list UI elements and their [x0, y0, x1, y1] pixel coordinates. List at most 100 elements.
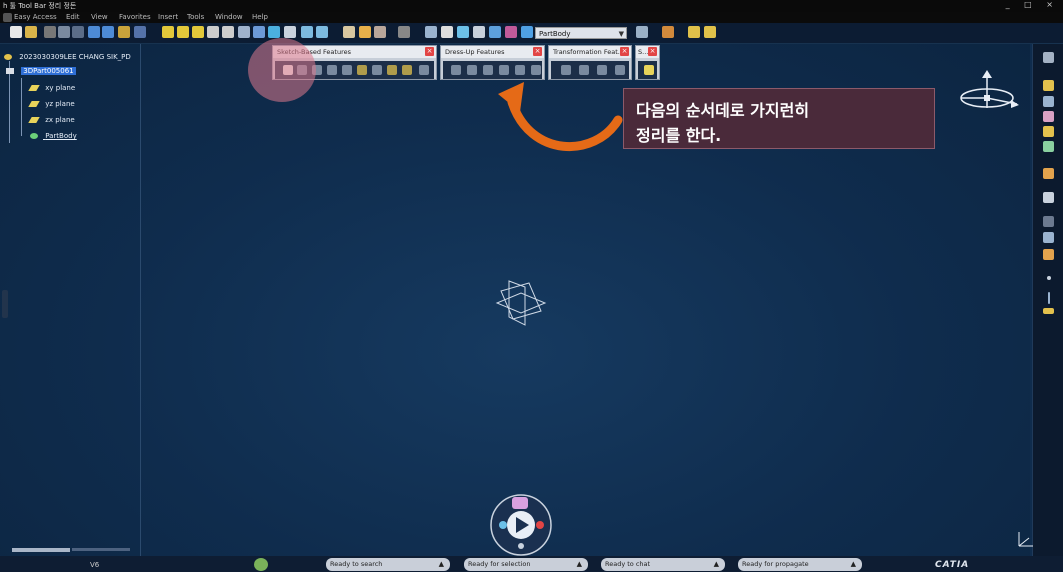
render-style-icon[interactable] [284, 26, 296, 38]
tree-item-yz-plane[interactable]: yz plane [28, 99, 75, 109]
toolbar-dress-up-features[interactable]: Dress-Up Features × [440, 45, 545, 80]
mirror-icon[interactable] [579, 65, 589, 75]
reference-icon[interactable] [1043, 96, 1054, 107]
sketch-icon[interactable] [1043, 80, 1054, 91]
axis-icon[interactable] [457, 26, 469, 38]
camera-icon[interactable] [398, 26, 410, 38]
menu-help[interactable]: Help [252, 13, 268, 21]
window-controls[interactable]: _ □ × [1006, 0, 1059, 9]
loft-icon[interactable] [402, 65, 412, 75]
measure-icon[interactable] [359, 26, 371, 38]
close-icon[interactable]: × [620, 47, 629, 56]
fly-mode-icon[interactable] [162, 26, 174, 38]
toolbar-header[interactable]: Transformation Feat... × [549, 46, 631, 58]
menu-tools[interactable]: Tools [187, 13, 204, 21]
close-icon[interactable]: × [425, 47, 434, 56]
thickness-icon[interactable] [515, 65, 525, 75]
tree-item-partbody[interactable]: PartBody [30, 131, 77, 141]
knowledge-icon[interactable] [688, 26, 700, 38]
plane-icon[interactable] [1043, 141, 1054, 152]
stiffener-icon[interactable] [387, 65, 397, 75]
tree-icon[interactable] [473, 26, 485, 38]
snapshot-icon[interactable] [636, 26, 648, 38]
close-icon[interactable]: × [533, 47, 542, 56]
slot-icon[interactable] [372, 65, 382, 75]
formula-icon[interactable] [704, 26, 716, 38]
apply-icon[interactable] [1043, 249, 1054, 260]
robot-top-icon[interactable] [512, 497, 528, 509]
plane-tool-icon[interactable] [1043, 308, 1054, 314]
rotate-icon[interactable] [192, 26, 204, 38]
tree-item-xy-plane[interactable]: xy plane [28, 83, 75, 93]
menu-favorites[interactable]: Favorites [119, 13, 151, 21]
scrollbar-track[interactable] [72, 548, 130, 551]
compass-icon[interactable] [441, 26, 453, 38]
edge-fillet-icon[interactable] [451, 65, 461, 75]
paste-icon[interactable] [72, 26, 84, 38]
swap-space-icon[interactable] [316, 26, 328, 38]
analysis-icon[interactable] [1043, 216, 1054, 227]
toolbar-transformation-features[interactable]: Transformation Feat... × [548, 45, 632, 80]
insert-body-icon[interactable] [505, 26, 517, 38]
scaling-icon[interactable] [615, 65, 625, 75]
status-search[interactable]: Ready to search ▲ [326, 558, 450, 571]
menu-view[interactable]: View [91, 13, 108, 21]
thread-icon[interactable] [531, 65, 541, 75]
line-icon[interactable] [1043, 126, 1054, 137]
zoom-in-icon[interactable] [207, 26, 219, 38]
draft-icon[interactable] [483, 65, 493, 75]
taskbar-v6-label[interactable]: V6 [90, 561, 99, 569]
groove-icon[interactable] [327, 65, 337, 75]
whats-this-icon[interactable] [118, 26, 130, 38]
open-file-icon[interactable] [25, 26, 37, 38]
multi-view-icon[interactable] [253, 26, 265, 38]
zoom-out-icon[interactable] [222, 26, 234, 38]
pattern-icon[interactable] [597, 65, 607, 75]
sketcher-icon[interactable] [425, 26, 437, 38]
normal-view-icon[interactable] [238, 26, 250, 38]
tree-root[interactable]: 2023030309LEE CHANG SIK_PD [4, 52, 131, 62]
menu-easy-access[interactable]: Easy Access [14, 13, 57, 21]
remove-loft-icon[interactable] [419, 65, 429, 75]
panel-toggle[interactable] [2, 290, 8, 318]
boolean-icon[interactable] [1043, 232, 1054, 243]
point-icon[interactable] [1043, 111, 1054, 122]
toolbar-header[interactable]: Dress-Up Features × [441, 46, 544, 58]
status-propagate[interactable]: Ready for propagate ▲ [738, 558, 862, 571]
hand-icon[interactable] [374, 26, 386, 38]
toolbar-surface-based[interactable]: S... × [635, 45, 660, 80]
close-icon[interactable]: × [648, 47, 657, 56]
tree-part[interactable]: 3DPart005061 [6, 66, 76, 76]
app-icon[interactable] [3, 13, 12, 22]
constraint-icon[interactable] [1043, 168, 1054, 179]
dot-icon[interactable] [1047, 276, 1051, 280]
toolbar-header[interactable]: S... × [636, 46, 659, 58]
part-body-icon[interactable] [489, 26, 501, 38]
tree-item-zx-plane[interactable]: zx plane [28, 115, 75, 125]
part-design-icon[interactable] [343, 26, 355, 38]
compass-status-icon[interactable] [254, 558, 268, 571]
undo-icon[interactable] [88, 26, 100, 38]
copy-icon[interactable] [58, 26, 70, 38]
redo-icon[interactable] [102, 26, 114, 38]
help-icon[interactable] [134, 26, 146, 38]
menu-edit[interactable]: Edit [66, 13, 80, 21]
hide-show-icon[interactable] [301, 26, 313, 38]
hole-icon[interactable] [342, 65, 352, 75]
pan-icon[interactable] [177, 26, 189, 38]
gear-icon[interactable] [1043, 52, 1054, 63]
define-work-object-icon[interactable] [521, 26, 533, 38]
body-selector[interactable]: PartBody ▼ [535, 27, 627, 39]
measure-icon[interactable] [1043, 192, 1054, 203]
status-selection[interactable]: Ready for selection ▲ [464, 558, 588, 571]
cut-icon[interactable] [44, 26, 56, 38]
line-tool-icon[interactable] [1048, 292, 1050, 304]
status-chat[interactable]: Ready to chat ▲ [601, 558, 725, 571]
split-icon[interactable] [644, 65, 654, 75]
new-file-icon[interactable] [10, 26, 22, 38]
rib-icon[interactable] [357, 65, 367, 75]
iso-view-icon[interactable] [268, 26, 280, 38]
apply-material-icon[interactable] [662, 26, 674, 38]
chamfer-icon[interactable] [467, 65, 477, 75]
compass-icon[interactable] [955, 68, 1021, 120]
